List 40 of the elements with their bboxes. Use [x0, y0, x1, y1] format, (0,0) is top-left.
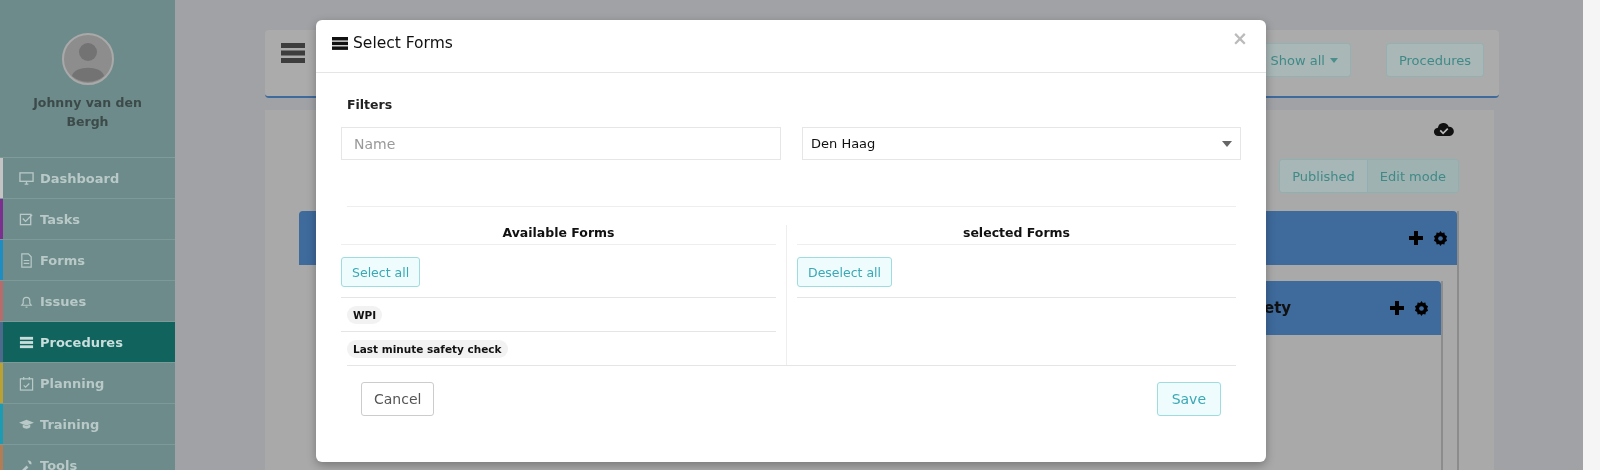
sidebar-item[interactable]: Procedures: [0, 322, 175, 363]
form-chip[interactable]: Last minute safety check: [347, 339, 508, 358]
sidebar-item[interactable]: Tasks: [0, 199, 175, 240]
calendar-icon: [19, 375, 34, 391]
modal-title: Select Forms: [353, 34, 453, 52]
sidebar-item[interactable]: Training: [0, 404, 175, 445]
caret-icon: [1222, 140, 1232, 147]
user-name: Johnny van den Bergh: [31, 94, 143, 131]
list-icon: [281, 43, 305, 63]
plus-icon: [1390, 301, 1404, 315]
deselect-all-button[interactable]: Deselect all: [797, 257, 893, 287]
avatar-icon: [61, 33, 114, 85]
list-icon: [332, 36, 348, 50]
sidebar-item[interactable]: Tools: [0, 445, 175, 470]
sidebar-item[interactable]: Dashboard: [0, 158, 175, 199]
cancel-button[interactable]: Cancel: [361, 382, 435, 416]
checkbox-icon: [19, 211, 34, 227]
form-chip[interactable]: WPI: [347, 305, 383, 324]
panel-title: ety: [1264, 299, 1292, 317]
location-select[interactable]: Den Haag: [802, 127, 1241, 160]
column-title: Available Forms: [341, 225, 776, 245]
gear-icon: [1414, 300, 1429, 316]
name-field[interactable]: Name: [341, 127, 781, 160]
gear-icon: [1433, 230, 1448, 246]
document-icon: [19, 252, 34, 268]
select-all-button[interactable]: Select all: [341, 257, 421, 287]
close-button[interactable]: ×: [1232, 27, 1248, 49]
monitor-icon: [19, 170, 34, 186]
sidebar-item[interactable]: Planning: [0, 363, 175, 404]
filters-label: Filters: [347, 97, 394, 112]
plus-icon: [1409, 231, 1423, 245]
caret-icon: [1329, 57, 1338, 63]
list-icon: [19, 334, 34, 350]
procedures-button[interactable]: Procedures: [1385, 43, 1484, 77]
mode-tab[interactable]: Published: [1280, 160, 1367, 192]
sidebar-item[interactable]: Forms: [0, 240, 175, 281]
column-title: selected Forms: [797, 225, 1236, 245]
save-button[interactable]: Save: [1156, 382, 1221, 416]
mode-tab[interactable]: Edit mode: [1366, 160, 1458, 192]
cloud-check-icon: [1433, 122, 1455, 137]
